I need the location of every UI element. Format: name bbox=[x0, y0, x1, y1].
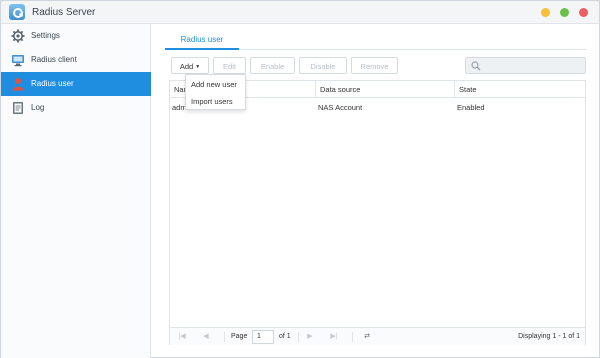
previous-page-icon[interactable]: ◀ bbox=[200, 331, 212, 343]
sidebar: Settings Radius client Radius user Log bbox=[1, 24, 151, 358]
sidebar-item-settings[interactable]: Settings bbox=[1, 24, 151, 48]
enable-button[interactable]: Enable bbox=[250, 57, 295, 74]
page-label: Page bbox=[231, 333, 248, 340]
sidebar-item-radius-client[interactable]: Radius client bbox=[1, 48, 151, 72]
sidebar-item-radius-user[interactable]: Radius user bbox=[1, 72, 151, 96]
tab-radius-user[interactable]: Radius user bbox=[165, 31, 239, 50]
users-table: Name Data source State admin NAS Account… bbox=[169, 80, 586, 345]
sidebar-item-log[interactable]: Log bbox=[1, 96, 151, 120]
menu-item-add-new-user[interactable]: Add new user bbox=[186, 76, 245, 93]
radius-server-app-icon bbox=[9, 4, 25, 20]
sidebar-item-label: Settings bbox=[31, 31, 60, 40]
tab-bar: Radius user bbox=[165, 31, 586, 50]
column-header-data-source[interactable]: Data source bbox=[315, 81, 454, 98]
divider bbox=[298, 332, 299, 342]
page-count: of 1 bbox=[279, 333, 291, 340]
caret-down-icon: ▼ bbox=[195, 64, 201, 70]
search-input[interactable] bbox=[465, 57, 586, 74]
sidebar-item-label: Radius user bbox=[31, 79, 74, 88]
displaying-count: Displaying 1 - 1 of 1 bbox=[518, 333, 580, 340]
monitor-icon bbox=[12, 55, 24, 67]
divider bbox=[224, 332, 225, 342]
add-dropdown-menu: Add new user Import users bbox=[185, 74, 246, 110]
window-title: Radius Server bbox=[32, 7, 96, 18]
title-bar: Radius Server bbox=[1, 1, 599, 24]
sidebar-item-label: Radius client bbox=[31, 55, 77, 64]
page-number-input[interactable]: 1 bbox=[252, 330, 274, 344]
log-icon bbox=[13, 102, 23, 114]
minimize-button[interactable] bbox=[541, 8, 550, 17]
next-page-icon[interactable]: ▶ bbox=[304, 331, 316, 343]
search-icon bbox=[471, 61, 481, 71]
user-icon bbox=[12, 78, 24, 91]
refresh-icon[interactable]: ⇄ bbox=[361, 331, 373, 343]
remove-button[interactable]: Remove bbox=[351, 57, 398, 74]
sidebar-item-label: Log bbox=[31, 103, 45, 112]
column-header-state[interactable]: State bbox=[454, 81, 585, 98]
divider bbox=[352, 332, 353, 342]
close-button[interactable] bbox=[579, 8, 588, 17]
disable-button[interactable]: Disable bbox=[299, 57, 347, 74]
maximize-button[interactable] bbox=[560, 8, 569, 17]
pagination-bar: |◀ ◀ Page 1 of 1 ▶ ▶| ⇄ Displaying 1 - 1… bbox=[170, 327, 585, 345]
cell-state: Enabled bbox=[457, 103, 485, 112]
add-button[interactable]: Add ▼ bbox=[171, 57, 209, 74]
add-button-label: Add bbox=[179, 62, 194, 71]
first-page-icon[interactable]: |◀ bbox=[176, 331, 188, 343]
app-window: Radius Server Settings Radius client Rad… bbox=[0, 0, 600, 358]
last-page-icon[interactable]: ▶| bbox=[328, 331, 340, 343]
edit-button[interactable]: Edit bbox=[213, 57, 246, 74]
menu-item-import-users[interactable]: Import users bbox=[186, 93, 245, 110]
cell-data-source: NAS Account bbox=[318, 103, 363, 112]
gear-icon bbox=[11, 29, 25, 43]
